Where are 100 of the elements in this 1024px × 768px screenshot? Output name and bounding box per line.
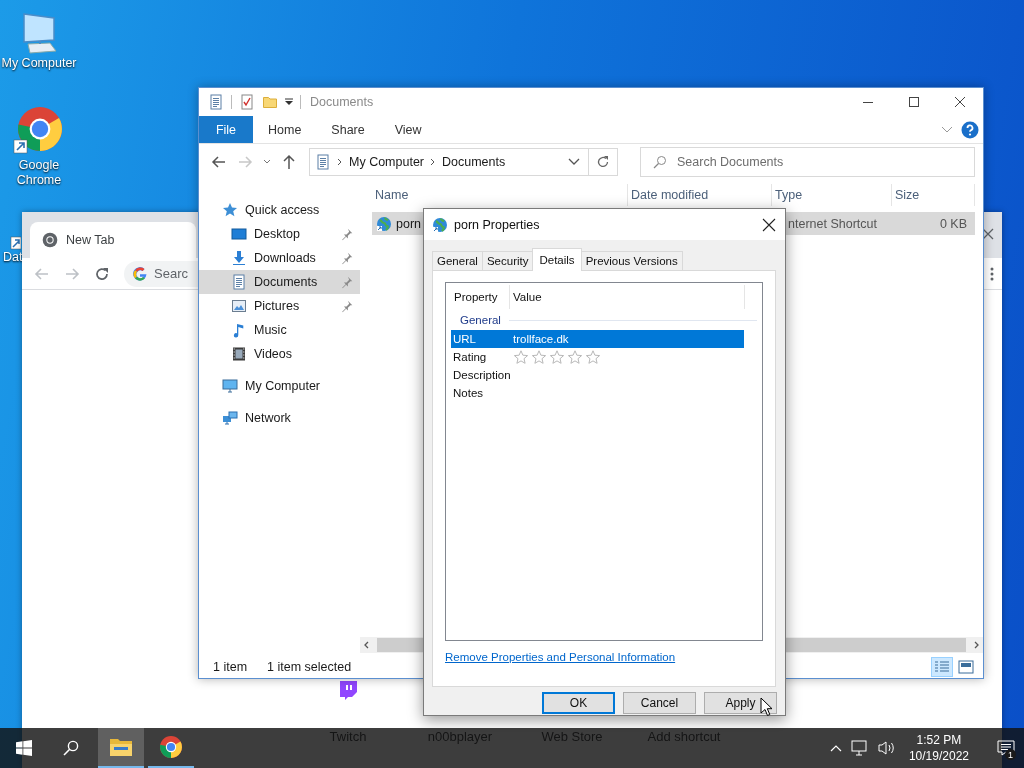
chat-bubble-icon[interactable]	[338, 680, 358, 702]
file-size: 0 KB	[939, 216, 967, 231]
column-header[interactable]: Property	[451, 285, 510, 309]
view-button[interactable]	[955, 657, 977, 677]
file-type: nternet Shortcut	[788, 216, 877, 231]
dialog-title: porn Properties	[454, 217, 540, 232]
chevron-right-icon	[430, 158, 437, 166]
icon-label: Dat	[3, 250, 23, 265]
nav-item[interactable]: My Computer	[199, 374, 360, 398]
volume-icon[interactable]	[877, 740, 896, 756]
icon-label: Google Chrome	[15, 158, 63, 188]
document-icon	[208, 94, 224, 110]
tab[interactable]: Previous Versions	[580, 251, 683, 270]
taskbar-app[interactable]	[98, 728, 144, 768]
ribbon-tab[interactable]: Home	[253, 116, 317, 143]
icon-label: My Computer	[1, 56, 77, 71]
monitor-icon	[231, 226, 247, 242]
search-field[interactable]: Search Documents	[640, 147, 975, 177]
search-icon	[63, 740, 79, 756]
nav-item[interactable]: Pictures	[199, 294, 360, 318]
column-header[interactable]: Date modified	[628, 184, 772, 206]
maximize-icon[interactable]	[908, 96, 920, 108]
checklist-icon	[239, 94, 255, 110]
network-icon	[222, 410, 238, 426]
document-icon	[231, 274, 247, 290]
browser-icon	[159, 735, 183, 759]
logo-icon	[132, 265, 148, 282]
tab[interactable]: Details	[532, 248, 582, 271]
cursor-icon	[760, 697, 773, 717]
globe-icon	[376, 215, 392, 232]
nav-item[interactable]: Desktop	[199, 222, 360, 246]
group-header: General	[460, 314, 501, 326]
status-text: 1 item	[213, 660, 248, 674]
star-icon[interactable]	[567, 350, 583, 364]
chevron-up-icon[interactable]	[829, 744, 842, 752]
back-arrow-icon[interactable]	[211, 154, 227, 170]
film-icon	[231, 346, 247, 362]
breadcrumb-item[interactable]: Documents	[442, 155, 506, 169]
browser-tab[interactable]: New Tab	[30, 222, 196, 258]
notification-icon[interactable]	[997, 740, 1015, 756]
file-name: porn	[396, 216, 422, 231]
menu-icon[interactable]	[990, 266, 994, 281]
nav-item[interactable]: Documents	[199, 270, 360, 294]
shortcut-icon[interactable]	[10, 236, 21, 250]
star-icon[interactable]	[549, 350, 565, 364]
window-title: Documents	[310, 95, 374, 109]
remove-properties-link[interactable]: Remove Properties and Personal Information	[445, 651, 676, 663]
down-arrow-icon	[231, 250, 247, 266]
refresh-icon[interactable]	[596, 155, 610, 169]
chevron-right-icon	[337, 158, 343, 166]
property-row[interactable]: Rating	[451, 348, 744, 366]
dialog-button[interactable]: OK	[542, 692, 615, 714]
windows-logo-icon	[16, 740, 32, 756]
dialog-button[interactable]: Apply	[704, 692, 777, 714]
address-bar[interactable]: Searc	[124, 260, 200, 287]
nav-item[interactable]: Downloads	[199, 246, 360, 270]
caret-icon[interactable]	[263, 158, 271, 166]
address-bar[interactable]: My Computer Documents	[309, 148, 618, 176]
document-icon	[315, 154, 331, 170]
dialog-button[interactable]: Cancel	[623, 692, 696, 714]
tab[interactable]: General	[432, 251, 483, 270]
nav-item[interactable]: Videos	[199, 342, 360, 366]
star-icon[interactable]	[513, 350, 529, 364]
dropdown-icon[interactable]	[285, 98, 293, 106]
column-header[interactable]: Size	[892, 184, 975, 206]
property-row[interactable]: URL trollface.dk	[451, 330, 744, 348]
close-icon[interactable]	[954, 96, 966, 108]
column-header[interactable]: Value	[510, 285, 745, 309]
property-row[interactable]: Description	[451, 366, 744, 384]
ribbon-tab[interactable]: Share	[316, 116, 380, 143]
close-icon[interactable]	[982, 228, 994, 240]
up-arrow-icon[interactable]	[281, 154, 297, 170]
star-icon	[222, 202, 238, 218]
browser-icon	[42, 232, 58, 248]
nav-item[interactable]: Music	[199, 318, 360, 342]
property-row[interactable]: Notes	[451, 384, 744, 402]
close-icon[interactable]	[762, 217, 776, 232]
notification-badge: 1	[1005, 749, 1016, 760]
nav-item[interactable]: Quick access	[199, 198, 360, 222]
chevron-down-icon[interactable]	[568, 158, 580, 166]
computer-icon	[222, 378, 238, 394]
status-text: 1 item selected	[267, 660, 352, 674]
browser-icon[interactable]	[13, 104, 65, 156]
ribbon-tab[interactable]: View	[379, 116, 437, 143]
globe-icon	[432, 216, 448, 233]
folder-icon	[262, 94, 278, 110]
network-icon[interactable]	[850, 740, 869, 756]
nav-item[interactable]: Network	[199, 406, 360, 430]
clock[interactable]: 1:52 PM 10/19/2022	[908, 732, 969, 764]
reload-icon[interactable]	[94, 265, 110, 282]
search-icon	[653, 155, 667, 169]
star-icon[interactable]	[585, 350, 601, 364]
star-icon[interactable]	[531, 350, 547, 364]
file-menu-button[interactable]: File	[199, 116, 253, 143]
tab[interactable]: Security	[481, 251, 534, 270]
large-icons-view-icon	[958, 660, 974, 674]
help-icon[interactable]	[961, 120, 979, 139]
column-header[interactable]: Name	[372, 184, 628, 206]
breadcrumb-item[interactable]: My Computer	[349, 155, 425, 169]
column-header[interactable]: Type	[772, 184, 892, 206]
